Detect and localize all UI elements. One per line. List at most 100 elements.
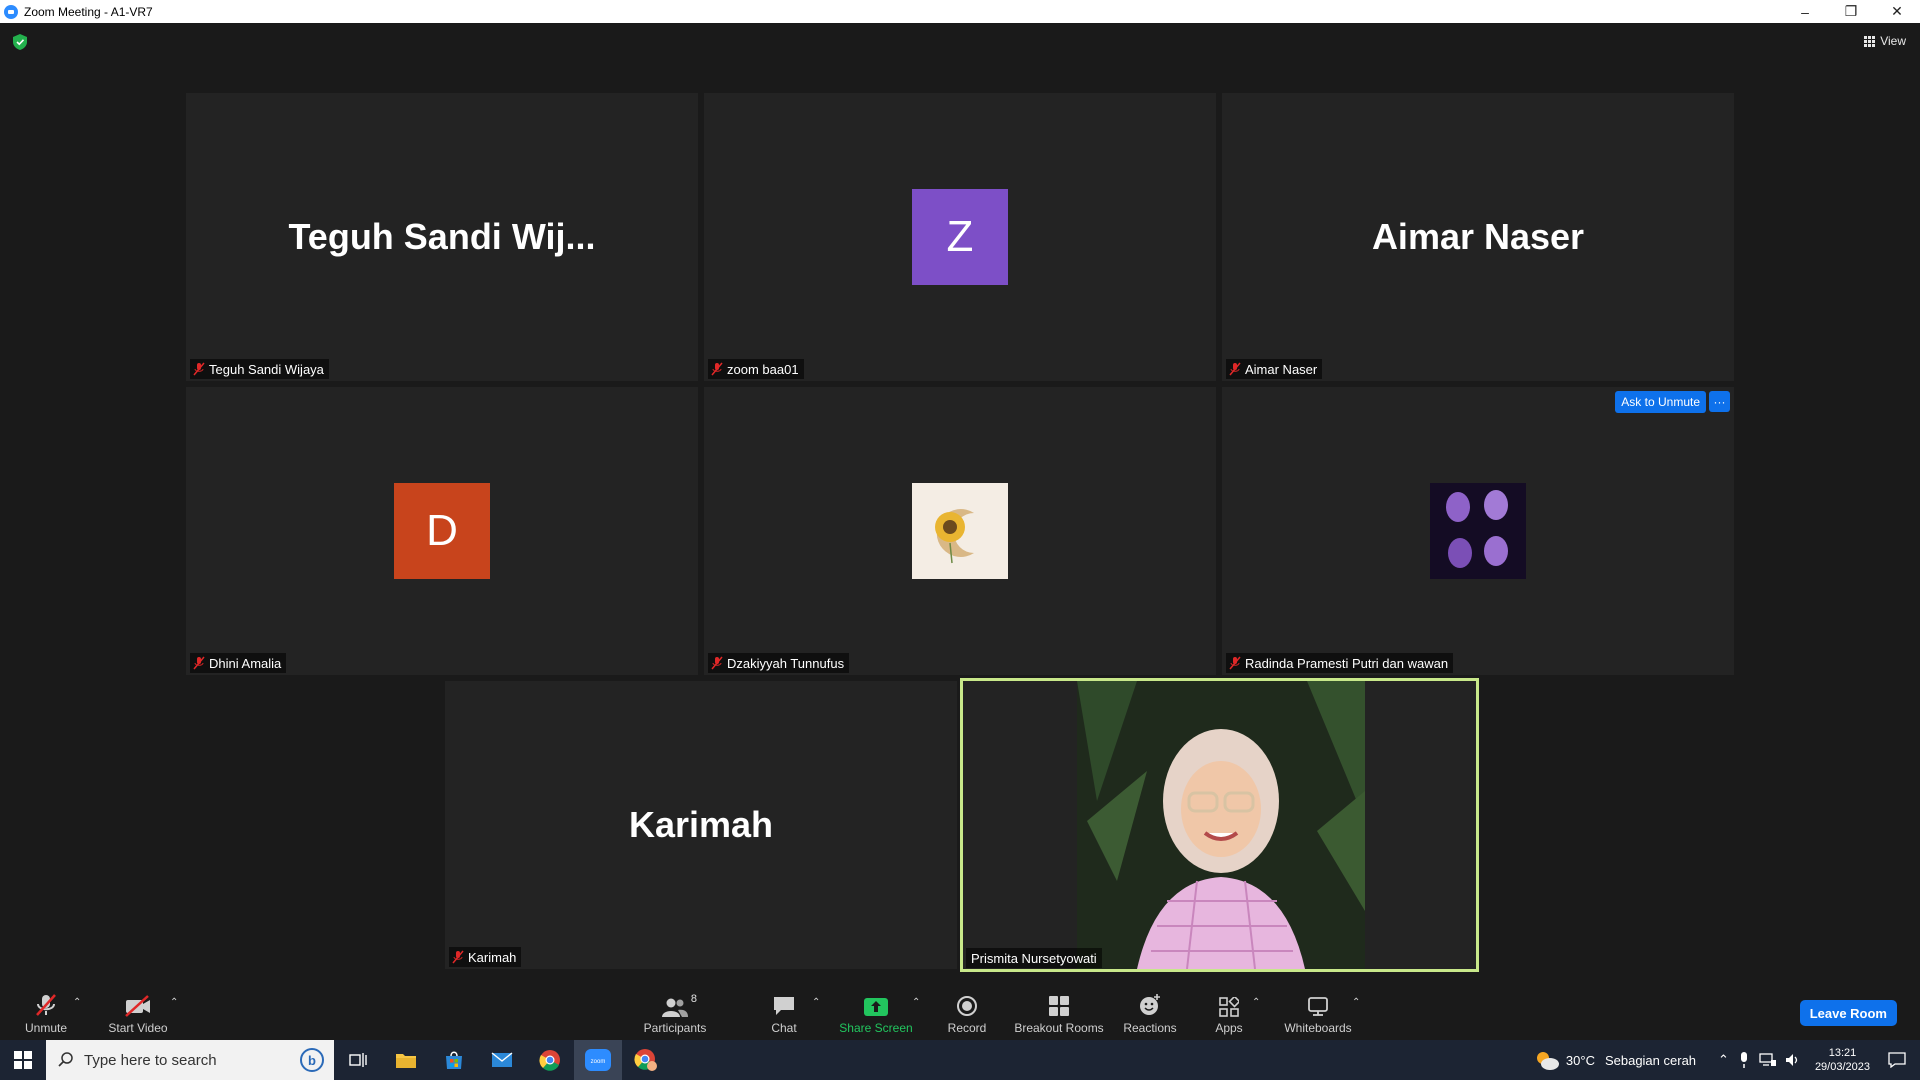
- mic-muted-icon: [711, 656, 723, 670]
- participant-tile[interactable]: Ask to Unmute ··· Radinda Pramesti Putri…: [1222, 387, 1734, 675]
- ask-to-unmute-button[interactable]: Ask to Unmute: [1615, 391, 1706, 413]
- share-screen-button[interactable]: Share Screen: [836, 987, 916, 1040]
- share-options-caret-icon[interactable]: ⌃: [912, 997, 920, 1008]
- video-off-icon: [125, 995, 150, 1017]
- participant-tile[interactable]: Karimah Karimah: [445, 681, 957, 969]
- mic-muted-icon: [36, 994, 56, 1016]
- windows-taskbar: Type here to search b zoom 30°C Sebagian…: [0, 1040, 1920, 1080]
- video-options-caret-icon[interactable]: ⌃: [170, 997, 178, 1008]
- microsoft-store-icon[interactable]: [430, 1040, 478, 1080]
- zoom-taskbar-icon[interactable]: zoom: [574, 1040, 622, 1080]
- mail-icon[interactable]: [478, 1040, 526, 1080]
- unmute-button[interactable]: Unmute: [18, 987, 74, 1040]
- participant-name-tag: Radinda Pramesti Putri dan wawan: [1226, 653, 1454, 673]
- mic-muted-icon: [1229, 656, 1241, 670]
- apps-icon: [1219, 997, 1239, 1017]
- minimize-button[interactable]: –: [1782, 0, 1828, 23]
- zoom-screen: { "window": { "title": "Zoom Meeting - A…: [0, 0, 1920, 1080]
- close-button[interactable]: ✕: [1874, 0, 1920, 23]
- volume-icon[interactable]: [1785, 1053, 1801, 1067]
- record-button[interactable]: Record: [942, 987, 992, 1040]
- participants-button[interactable]: 8 Participants: [640, 987, 710, 1040]
- chat-options-caret-icon[interactable]: ⌃: [812, 997, 820, 1008]
- reactions-button[interactable]: Reactions: [1120, 987, 1180, 1040]
- mic-muted-icon: [1229, 362, 1241, 376]
- mic-muted-icon: [193, 656, 205, 670]
- participant-name: Aimar Naser: [1245, 361, 1318, 377]
- mic-muted-icon: [711, 362, 723, 376]
- meeting-toolbar: Unmute ⌃ Start Video ⌃ 8 Participants Ch…: [0, 987, 1920, 1040]
- taskbar-clock[interactable]: 13:21 29/03/2023: [1815, 1046, 1870, 1074]
- whiteboard-icon: [1308, 997, 1328, 1016]
- participant-tile[interactable]: Teguh Sandi Wij... Teguh Sandi Wijaya: [186, 93, 698, 381]
- participant-tile[interactable]: D Dhini Amalia: [186, 387, 698, 675]
- participant-name-tag: Karimah: [449, 947, 522, 967]
- start-video-button[interactable]: Start Video: [104, 987, 172, 1040]
- svg-text:zoom: zoom: [591, 1059, 606, 1065]
- participant-name-tag: Dzakiyyah Tunnufus: [708, 653, 850, 673]
- security-shield-icon[interactable]: [13, 34, 27, 50]
- participants-count: 8: [690, 993, 697, 1005]
- leave-room-button[interactable]: Leave Room: [1799, 1000, 1897, 1026]
- show-hidden-icons-chevron-icon[interactable]: ⌃: [1718, 1052, 1729, 1068]
- weather-description: Sebagian cerah: [1604, 1052, 1697, 1068]
- reactions-icon: [1140, 994, 1160, 1015]
- participant-name-tag: Aimar Naser: [1226, 359, 1323, 379]
- window-title: Zoom Meeting - A1-VR7: [24, 4, 153, 19]
- participants-icon: [662, 998, 688, 1017]
- weather-icon[interactable]: [1534, 1049, 1560, 1071]
- taskbar-search-box[interactable]: Type here to search b: [46, 1040, 334, 1080]
- participant-tile[interactable]: Dzakiyyah Tunnufus: [704, 387, 1216, 675]
- system-tray: 30°C Sebagian cerah ⌃ 13:21 29/03/2023: [1534, 1040, 1920, 1080]
- task-view-icon[interactable]: [334, 1040, 382, 1080]
- participant-name: Prismita Nursetyowati: [971, 950, 1097, 966]
- chat-icon: [774, 997, 794, 1015]
- breakout-rooms-button[interactable]: Breakout Rooms: [1012, 987, 1106, 1040]
- avatar: Z: [912, 189, 1008, 285]
- search-icon: [58, 1052, 73, 1067]
- participant-display-name: Aimar Naser: [1371, 216, 1585, 257]
- profile-photo-avatar: [1430, 483, 1526, 579]
- windows-logo-icon: [14, 1051, 32, 1069]
- network-icon[interactable]: [1759, 1053, 1777, 1067]
- whiteboard-options-caret-icon[interactable]: ⌃: [1352, 997, 1360, 1008]
- zoom-app-icon: [4, 4, 18, 19]
- participant-tile[interactable]: Aimar Naser Aimar Naser: [1222, 93, 1734, 381]
- audio-options-caret-icon[interactable]: ⌃: [73, 997, 81, 1008]
- view-button[interactable]: View: [1864, 34, 1906, 48]
- grid-view-icon: [1864, 35, 1876, 47]
- participant-name: Dhini Amalia: [209, 655, 282, 671]
- participant-tile[interactable]: Z zoom baa01: [704, 93, 1216, 381]
- start-button[interactable]: [0, 1040, 46, 1080]
- participant-display-name: Teguh Sandi Wij...: [288, 216, 596, 257]
- microphone-icon[interactable]: [1739, 1052, 1749, 1068]
- chrome-profile-icon[interactable]: [622, 1040, 670, 1080]
- notifications-icon[interactable]: [1888, 1052, 1906, 1068]
- restore-button[interactable]: ❐: [1828, 0, 1874, 23]
- participant-name: Dzakiyyah Tunnufus: [727, 655, 845, 671]
- participant-display-name: Karimah: [628, 804, 774, 845]
- participant-name-tag: zoom baa01: [708, 359, 804, 379]
- active-speaker-tile[interactable]: Prismita Nursetyowati: [960, 678, 1479, 972]
- participant-name: Karimah: [468, 949, 517, 965]
- more-options-button[interactable]: ···: [1709, 391, 1730, 412]
- mic-muted-icon: [193, 362, 205, 376]
- clock-time: 13:21: [1828, 1047, 1857, 1059]
- weather-temp: 30°C: [1565, 1052, 1595, 1068]
- bing-icon[interactable]: b: [300, 1048, 324, 1072]
- title-bar: Zoom Meeting - A1-VR7 – ❐ ✕: [0, 0, 1920, 23]
- file-explorer-icon[interactable]: [382, 1040, 430, 1080]
- meeting-area: View Teguh Sandi Wij... Teguh Sandi Wija…: [0, 23, 1920, 987]
- apps-options-caret-icon[interactable]: ⌃: [1252, 997, 1260, 1008]
- whiteboards-button[interactable]: Whiteboards: [1282, 987, 1354, 1040]
- search-placeholder: Type here to search: [84, 1051, 217, 1069]
- apps-button[interactable]: Apps: [1208, 987, 1250, 1040]
- share-screen-icon: [864, 998, 888, 1016]
- chrome-icon[interactable]: [526, 1040, 574, 1080]
- participant-name-tag: Dhini Amalia: [190, 653, 287, 673]
- chat-button[interactable]: Chat: [764, 987, 804, 1040]
- participant-name-tag: Prismita Nursetyowati: [966, 948, 1102, 968]
- breakout-rooms-icon: [1049, 996, 1069, 1016]
- record-icon: [957, 996, 977, 1016]
- participant-name-tag: Teguh Sandi Wijaya: [190, 359, 329, 379]
